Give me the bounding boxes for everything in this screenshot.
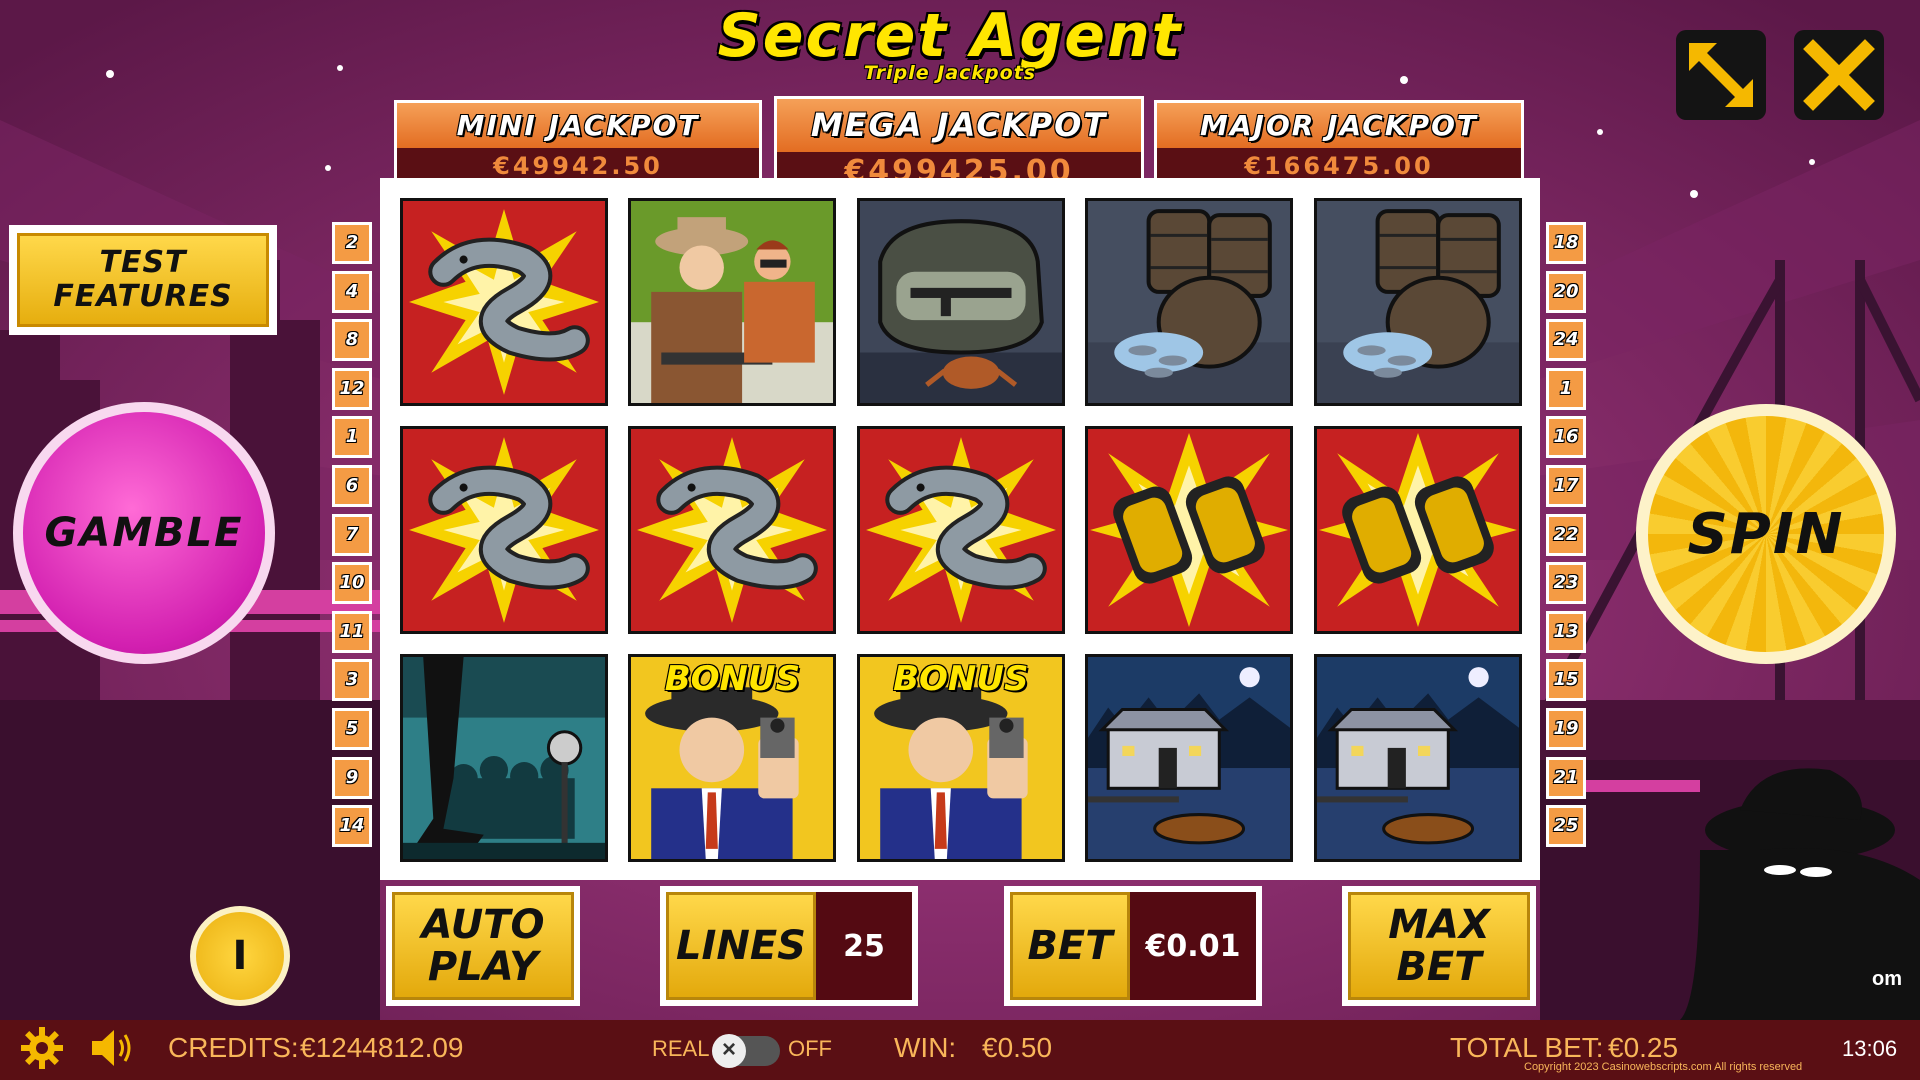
- spin-button[interactable]: SPIN: [1636, 404, 1896, 664]
- bet-control[interactable]: BET €0.01: [1004, 886, 1262, 1006]
- auto-play-button[interactable]: AUTO PLAY: [386, 886, 580, 1006]
- reel-symbol-binoculars: [1085, 426, 1294, 634]
- major-jackpot: MAJOR JACKPOT €166475.00: [1154, 100, 1524, 186]
- bonus-label: BONUS: [893, 659, 1029, 699]
- real-mode-toggle[interactable]: ×: [712, 1034, 780, 1068]
- left-payline-badge: 5: [332, 708, 372, 750]
- expand-arrows-icon: [1689, 43, 1753, 107]
- reel-symbol-stage: [400, 654, 608, 862]
- right-payline-badge: 13: [1546, 610, 1586, 653]
- mini-jackpot-label: MINI JACKPOT: [394, 100, 762, 148]
- left-payline-badge: 11: [332, 610, 372, 653]
- gamble-button[interactable]: GAMBLE: [13, 402, 275, 664]
- max-bet-label: MAX BET: [1348, 892, 1530, 1000]
- domain-fragment: om: [1872, 968, 1902, 990]
- reel-grid: BONUS BONUS: [380, 178, 1540, 880]
- reel-symbol-gangsters: [628, 198, 837, 406]
- spin-label: SPIN: [1648, 416, 1884, 652]
- reel-symbol-bonus-agent: BONUS: [856, 654, 1065, 862]
- right-payline-badge: 23: [1546, 562, 1586, 605]
- toggle-off-icon: ×: [712, 1034, 746, 1068]
- right-payline-badge: 19: [1546, 708, 1586, 750]
- win-label: WIN:: [894, 1032, 957, 1063]
- win-value: €0.50: [982, 1032, 1053, 1063]
- left-payline-badge: 12: [332, 367, 372, 410]
- lines-value: 25: [816, 892, 912, 1000]
- credits-label: CREDITS:: [168, 1032, 299, 1063]
- right-payline-badge: 20: [1546, 270, 1586, 313]
- reel-symbol-gun-case: [856, 198, 1065, 406]
- left-payline-badge: 9: [332, 756, 372, 799]
- gamble-label: GAMBLE: [23, 412, 265, 654]
- auto-play-label: AUTO PLAY: [392, 892, 574, 1000]
- credits-value: €1244812.09: [300, 1032, 464, 1063]
- lines-label: LINES: [666, 892, 816, 1000]
- mini-jackpot: MINI JACKPOT €49942.50: [394, 100, 762, 186]
- off-mode-label: OFF: [788, 1036, 832, 1061]
- left-payline-badge: 14: [332, 805, 372, 848]
- close-x-icon: [1803, 39, 1875, 111]
- mega-jackpot-label: MEGA JACKPOT: [774, 96, 1144, 152]
- reel-symbol-eel: [856, 426, 1065, 634]
- major-jackpot-label: MAJOR JACKPOT: [1154, 100, 1524, 148]
- sound-speaker-icon[interactable]: [88, 1026, 138, 1070]
- info-label: I: [196, 912, 284, 1000]
- right-payline-badge: 21: [1546, 756, 1586, 799]
- test-features-button[interactable]: TEST FEATURES: [9, 225, 277, 335]
- right-payline-badge: 16: [1546, 416, 1586, 459]
- right-payline-badge: 24: [1546, 319, 1586, 362]
- close-button[interactable]: [1794, 30, 1884, 120]
- fullscreen-button[interactable]: [1676, 30, 1766, 120]
- left-payline-badge: 4: [332, 270, 372, 313]
- right-payline-badge: 15: [1546, 659, 1586, 702]
- max-bet-button[interactable]: MAX BET: [1342, 886, 1536, 1006]
- bet-label: BET: [1010, 892, 1130, 1000]
- total-bet-value: €0.25: [1608, 1032, 1679, 1063]
- lines-control[interactable]: LINES 25: [660, 886, 918, 1006]
- right-payline-badge: 22: [1546, 513, 1586, 556]
- left-payline-badge: 8: [332, 319, 372, 362]
- right-payline-badge: 17: [1546, 465, 1586, 507]
- reel-symbol-boathouse: [1085, 654, 1294, 862]
- reel-symbol-eel: [400, 426, 608, 634]
- bet-value: €0.01: [1130, 892, 1256, 1000]
- left-payline-badge: 10: [332, 562, 372, 605]
- total-bet-label: TOTAL BET:: [1450, 1032, 1604, 1063]
- info-button[interactable]: I: [190, 906, 290, 1006]
- clock: 13:06: [1842, 1036, 1898, 1061]
- left-payline-badge: 2: [332, 222, 372, 264]
- reel-symbol-binoculars: [1313, 426, 1522, 634]
- left-payline-badge: 1: [332, 416, 372, 459]
- game-title: Secret Agent: [717, 1, 1183, 71]
- right-payline-badge: 1: [1546, 367, 1586, 410]
- copyright-text: Copyright 2023 Casinowebscripts.com All …: [1524, 1061, 1803, 1073]
- left-payline-badge: 7: [332, 513, 372, 556]
- right-payline-badge: 25: [1546, 805, 1586, 848]
- right-payline-badge: 18: [1546, 222, 1586, 264]
- game-logo: Secret Agent Triple Jackpots: [700, 2, 1200, 92]
- reel-symbol-eel: [400, 198, 608, 406]
- left-payline-badge: 6: [332, 465, 372, 507]
- test-features-label: TEST FEATURES: [17, 233, 269, 327]
- reel-symbol-barrels: [1085, 198, 1294, 406]
- reel-symbol-eel: [628, 426, 837, 634]
- left-payline-badge: 3: [332, 659, 372, 702]
- bonus-label: BONUS: [664, 659, 801, 699]
- settings-gear-icon[interactable]: [20, 1026, 64, 1070]
- reel-symbol-bonus-agent: BONUS: [628, 654, 837, 862]
- reel-symbol-barrels: [1313, 198, 1522, 406]
- real-mode-label: REAL: [652, 1036, 710, 1061]
- reel-symbol-boathouse: [1313, 654, 1522, 862]
